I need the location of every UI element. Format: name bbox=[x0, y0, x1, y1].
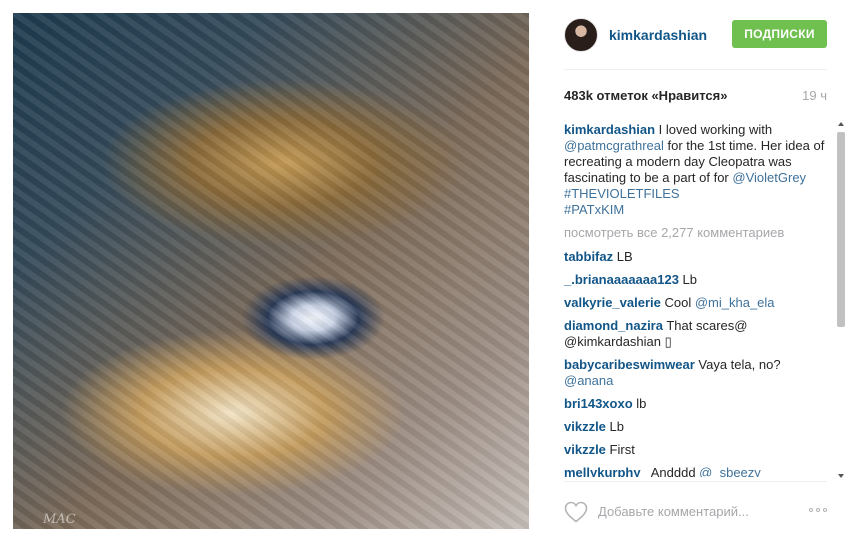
comment-username[interactable]: vikzzle bbox=[564, 442, 606, 457]
post-header: kimkardashian ПОДПИСКИ bbox=[564, 18, 827, 52]
mention-link[interactable]: @_sbeezy_ bbox=[699, 465, 768, 477]
scroll-down-arrow-icon[interactable] bbox=[838, 474, 844, 478]
username-link[interactable]: kimkardashian bbox=[609, 27, 707, 43]
comment-text: LB bbox=[613, 249, 633, 264]
comment-text: lb bbox=[632, 396, 647, 411]
comment-item: valkyrie_valerie Cool @mi_kha_ela bbox=[564, 295, 826, 311]
comment-text: Vaya tela, no? bbox=[694, 357, 781, 372]
comments-list[interactable]: kimkardashian I loved working with @patm… bbox=[564, 122, 826, 477]
photo-signature: MAC bbox=[43, 512, 76, 527]
follow-button[interactable]: ПОДПИСКИ bbox=[732, 20, 827, 48]
comment-username[interactable]: valkyrie_valerie bbox=[564, 295, 661, 310]
caption-username[interactable]: kimkardashian bbox=[564, 122, 655, 137]
caption-text: I loved working with bbox=[655, 122, 773, 137]
caption: kimkardashian I loved working with @patm… bbox=[564, 122, 826, 218]
comment-username[interactable]: _.brianaaaaaaa123 bbox=[564, 272, 679, 287]
scroll-up-arrow-icon[interactable] bbox=[838, 122, 844, 126]
comment-text: Lb bbox=[605, 419, 624, 434]
divider bbox=[564, 481, 827, 482]
likes-count[interactable]: 483k отметок «Нравится» bbox=[564, 88, 727, 103]
heart-outline-icon[interactable] bbox=[564, 501, 588, 523]
comment-username[interactable]: diamond_nazira bbox=[564, 318, 663, 333]
comment-username[interactable]: bri143xoxo bbox=[564, 396, 633, 411]
comment-username[interactable]: mellykurphy_ bbox=[564, 465, 648, 477]
profile-avatar[interactable] bbox=[564, 18, 598, 52]
hashtag-link[interactable]: #THEVIOLETFILES bbox=[564, 186, 680, 201]
comments-scrollbar[interactable] bbox=[836, 122, 847, 478]
comment-item: babycaribeswimwear Vaya tela, no? @anana bbox=[564, 357, 826, 389]
comment-item: mellykurphy_ Andddd @_sbeezy_ bbox=[564, 465, 826, 477]
mention-link[interactable]: @mi_kha_ela bbox=[695, 295, 775, 310]
more-options-icon[interactable] bbox=[809, 508, 827, 512]
comment-item: _.brianaaaaaaa123 Lb bbox=[564, 272, 826, 288]
add-comment-input[interactable] bbox=[598, 504, 788, 519]
comment-bar bbox=[564, 498, 827, 526]
post-time[interactable]: 19 ч bbox=[802, 88, 827, 103]
hashtag-link[interactable]: #PATxKIM bbox=[564, 202, 624, 217]
scroll-thumb[interactable] bbox=[837, 132, 845, 327]
comment-item: vikzzle First bbox=[564, 442, 826, 458]
comment-username[interactable]: vikzzle bbox=[564, 419, 606, 434]
view-all-comments[interactable]: посмотреть все 2,277 комментариев bbox=[564, 225, 826, 241]
comment-text: Andddd bbox=[647, 465, 700, 477]
comment-text: Lb bbox=[678, 272, 698, 287]
post-photo[interactable]: MAC bbox=[13, 13, 529, 529]
comment-username[interactable]: babycaribeswimwear bbox=[564, 357, 695, 372]
mention-link[interactable]: @anana bbox=[564, 373, 613, 388]
comment-item: bri143xoxo lb bbox=[564, 396, 826, 412]
comment-text: First bbox=[605, 442, 635, 457]
comment-text: Cool bbox=[660, 295, 695, 310]
comment-item: tabbifaz LB bbox=[564, 249, 826, 265]
mention-link[interactable]: @VioletGrey bbox=[732, 170, 806, 185]
mention-link[interactable]: @patmcgrathreal bbox=[564, 138, 664, 153]
comment-username[interactable]: tabbifaz bbox=[564, 249, 613, 264]
divider bbox=[564, 69, 827, 70]
comment-item: vikzzle Lb bbox=[564, 419, 826, 435]
likes-row: 483k отметок «Нравится» 19 ч bbox=[564, 88, 827, 106]
comment-item: diamond_nazira That scares@ @kimkardashi… bbox=[564, 318, 826, 350]
